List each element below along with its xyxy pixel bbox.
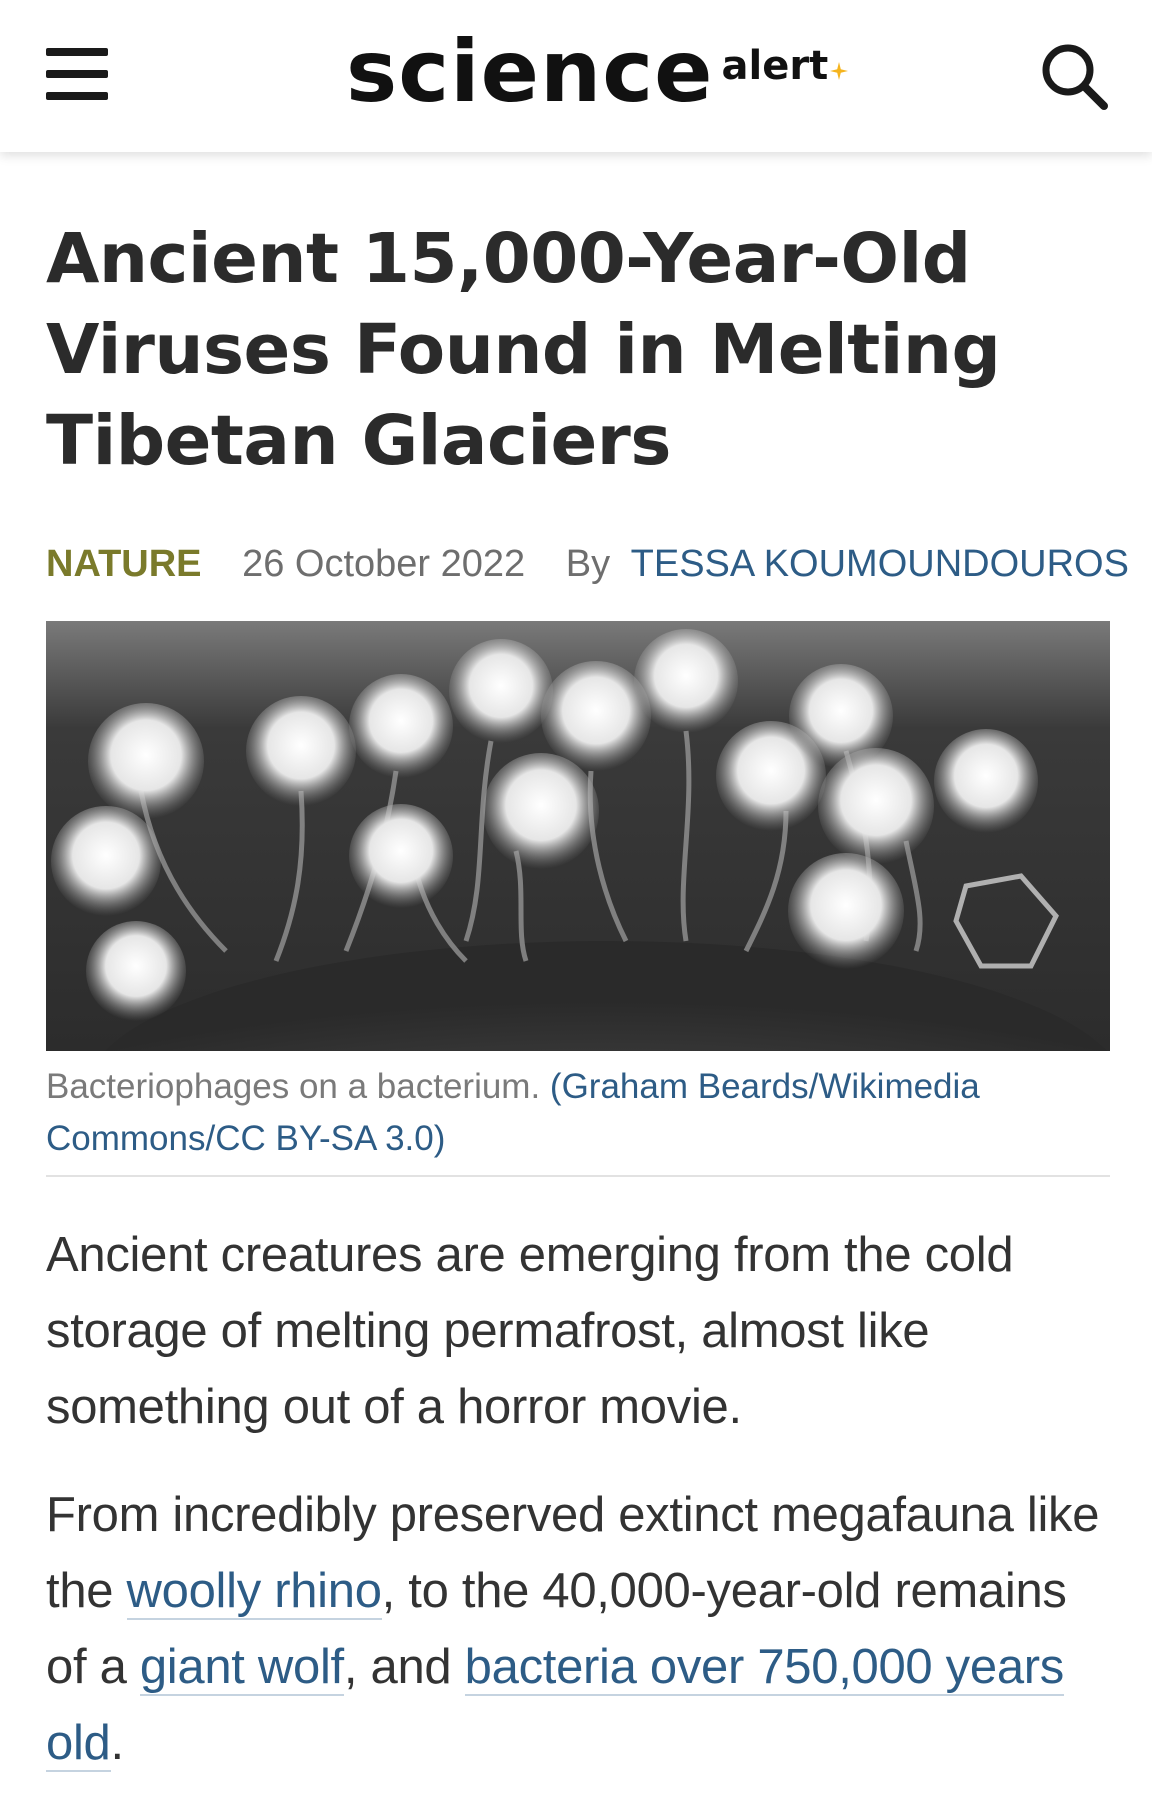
article-meta: NATURE 26 October 2022 By TESSA KOUMOUND…	[46, 539, 1129, 589]
woolly-rhino-link[interactable]: woolly rhino	[126, 1564, 382, 1620]
publish-date: 26 October 2022	[242, 543, 526, 585]
category-link[interactable]: NATURE	[46, 543, 202, 585]
article-paragraph: Ancient creatures are emerging from the …	[46, 1228, 1014, 1434]
hero-image	[46, 621, 1110, 1051]
logo-wordmark: science	[346, 22, 714, 122]
byline-label: By	[565, 543, 611, 585]
author-link[interactable]: TESSA KOUMOUNDOUROS	[631, 543, 1129, 585]
image-caption: Bacteriophages on a bacterium. (Graham B…	[46, 1061, 1110, 1177]
site-header: science alert	[0, 0, 1152, 152]
paragraph-text: , and	[343, 1640, 465, 1694]
giant-wolf-link[interactable]: giant wolf	[139, 1640, 344, 1696]
bacteriophage-micrograph	[46, 621, 1110, 1051]
search-icon[interactable]	[1038, 40, 1110, 112]
paragraph-text: .	[110, 1716, 125, 1770]
hamburger-menu-icon[interactable]	[46, 46, 110, 102]
logo-subword: alert	[721, 43, 829, 89]
spark-icon	[830, 62, 849, 80]
article-paragraph: From incredibly preserved extinct megafa…	[46, 1477, 1110, 1781]
site-logo[interactable]: science alert	[346, 22, 849, 122]
article-title: Ancient 15,000-Year-Old Viruses Found in…	[46, 219, 1001, 481]
caption-text: Bacteriophages on a bacterium.	[46, 1067, 541, 1106]
article: Ancient 15,000-Year-Old Viruses Found in…	[46, 152, 1129, 1781]
